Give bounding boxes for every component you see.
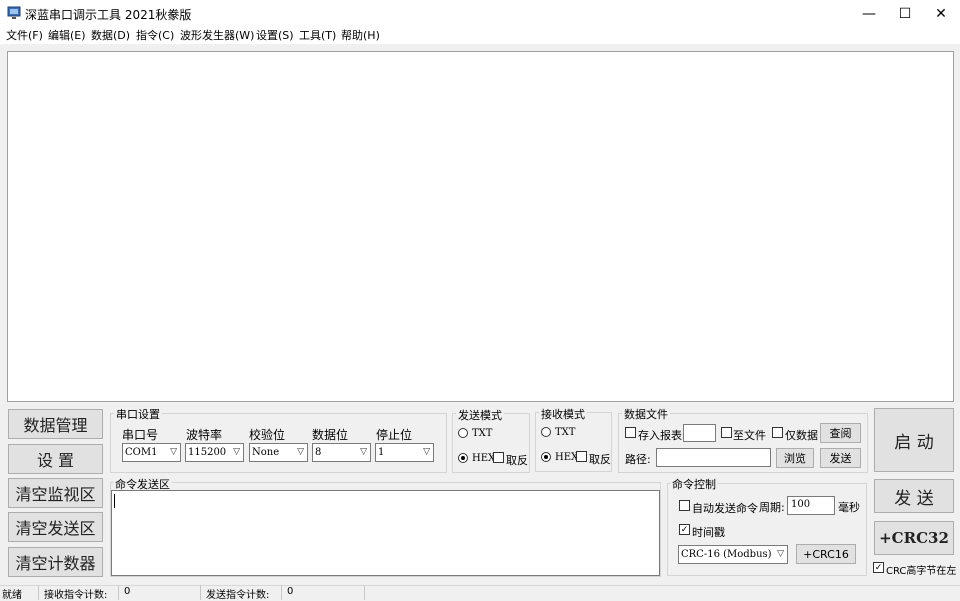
recv-txt-label: TXT xyxy=(555,427,576,438)
databits-label: 数据位 xyxy=(312,428,349,442)
chevron-down-icon: ▽ xyxy=(170,447,177,457)
maximize-icon[interactable]: ☐ xyxy=(887,0,923,27)
crc-high-left-checkbox[interactable]: ✓ xyxy=(873,562,884,573)
databits-select[interactable]: 8 ▽ xyxy=(312,443,371,462)
recv-count-label: 接收指令计数: xyxy=(44,590,108,601)
file-send-button[interactable]: 发送 xyxy=(820,448,861,468)
window-title: 深蓝串口调示工具 2021秋豢版 xyxy=(25,8,192,22)
send-hex-label: HEX xyxy=(472,453,496,464)
to-file-checkbox[interactable] xyxy=(721,427,732,438)
chevron-down-icon: ▽ xyxy=(777,549,784,559)
clear-send-button[interactable]: 清空发送区 xyxy=(8,512,103,542)
close-icon[interactable]: ✕ xyxy=(923,0,959,27)
start-button[interactable]: 启 动 xyxy=(874,408,954,472)
send-mode-title: 发送模式 xyxy=(456,407,504,423)
data-only-checkbox[interactable] xyxy=(772,427,783,438)
send-button[interactable]: 发 送 xyxy=(874,479,954,513)
save-report-checkbox[interactable] xyxy=(625,427,636,438)
auto-send-checkbox[interactable] xyxy=(679,500,690,511)
period-input[interactable]: 100 xyxy=(787,496,835,515)
port-select[interactable]: COM1 ▽ xyxy=(122,443,181,462)
recv-hex-radio[interactable] xyxy=(541,452,551,462)
crc-high-left-label: CRC高字节在左 xyxy=(886,566,957,577)
path-input[interactable] xyxy=(656,448,771,467)
menu-tools[interactable]: 工具(T) xyxy=(299,27,336,44)
query-button[interactable]: 查阅 xyxy=(820,423,861,443)
clear-counter-button[interactable]: 清空计数器 xyxy=(8,547,103,577)
save-report-label: 存入报表 xyxy=(638,429,682,442)
status-divider xyxy=(364,585,365,600)
to-file-label: 至文件 xyxy=(733,429,766,442)
status-divider xyxy=(281,585,282,600)
status-divider xyxy=(200,585,201,600)
browse-button[interactable]: 浏览 xyxy=(776,448,814,468)
settings-button[interactable]: 设 置 xyxy=(8,444,103,474)
send-invert-label: 取反 xyxy=(506,454,528,467)
recv-invert-checkbox[interactable] xyxy=(576,451,587,462)
chevron-down-icon: ▽ xyxy=(233,447,240,457)
send-txt-label: TXT xyxy=(472,428,493,439)
data-manage-button[interactable]: 数据管理 xyxy=(8,409,103,439)
send-hex-radio[interactable] xyxy=(458,453,468,463)
data-only-label: 仅数据 xyxy=(785,429,818,442)
recv-hex-label: HEX xyxy=(555,452,579,463)
status-bar xyxy=(0,585,960,600)
path-label: 路径: xyxy=(625,453,651,466)
status-divider xyxy=(38,585,39,600)
timestamp-label: 时间戳 xyxy=(692,526,725,539)
baud-select[interactable]: 115200 ▽ xyxy=(185,443,244,462)
chevron-down-icon: ▽ xyxy=(360,447,367,457)
crc16-button[interactable]: +CRC16 xyxy=(796,544,856,564)
menu-settings[interactable]: 设置(S) xyxy=(256,27,294,44)
menu-file[interactable]: 文件(F) xyxy=(6,27,43,44)
send-txt-radio[interactable] xyxy=(458,428,468,438)
command-control-title: 命令控制 xyxy=(670,476,718,492)
crc-mode-select[interactable]: CRC-16 (Modbus) ▽ xyxy=(678,545,788,564)
parity-select[interactable]: None ▽ xyxy=(249,443,308,462)
menu-data[interactable]: 数据(D) xyxy=(91,27,130,44)
parity-label: 校验位 xyxy=(249,428,286,442)
minimize-icon[interactable]: — xyxy=(851,0,887,27)
period-label: 周期: xyxy=(759,501,785,514)
menu-help[interactable]: 帮助(H) xyxy=(341,27,380,44)
status-ready: 就绪 xyxy=(2,590,22,601)
menu-command[interactable]: 指令(C) xyxy=(136,27,174,44)
stopbits-label: 停止位 xyxy=(376,428,413,442)
stopbits-select[interactable]: 1 ▽ xyxy=(375,443,434,462)
menu-edit[interactable]: 编辑(E) xyxy=(48,27,86,44)
status-divider xyxy=(118,585,119,600)
monitor-area[interactable] xyxy=(7,51,954,402)
chevron-down-icon: ▽ xyxy=(423,447,430,457)
auto-send-label: 自动发送命令 xyxy=(692,502,758,515)
clear-monitor-button[interactable]: 清空监视区 xyxy=(8,478,103,508)
timestamp-checkbox[interactable]: ✓ xyxy=(679,524,690,535)
crc32-button[interactable]: +CRC32 xyxy=(874,521,954,555)
baud-label: 波特率 xyxy=(186,428,223,442)
port-label: 串口号 xyxy=(122,428,159,442)
chevron-down-icon: ▽ xyxy=(297,447,304,457)
recv-count-value: 0 xyxy=(124,586,131,597)
period-unit: 毫秒 xyxy=(838,501,860,514)
serial-settings-title: 串口设置 xyxy=(114,406,162,422)
text-cursor xyxy=(114,494,115,508)
command-input[interactable] xyxy=(111,490,660,576)
send-invert-checkbox[interactable] xyxy=(493,452,504,463)
save-report-input[interactable] xyxy=(683,424,716,442)
data-file-title: 数据文件 xyxy=(622,406,670,422)
menu-waveform[interactable]: 波形发生器(W) xyxy=(180,27,254,44)
send-count-value: 0 xyxy=(287,586,294,597)
app-icon xyxy=(7,6,21,19)
recv-mode-title: 接收模式 xyxy=(539,406,587,422)
recv-invert-label: 取反 xyxy=(589,453,611,466)
send-count-label: 发送指令计数: xyxy=(206,590,270,601)
recv-txt-radio[interactable] xyxy=(541,427,551,437)
